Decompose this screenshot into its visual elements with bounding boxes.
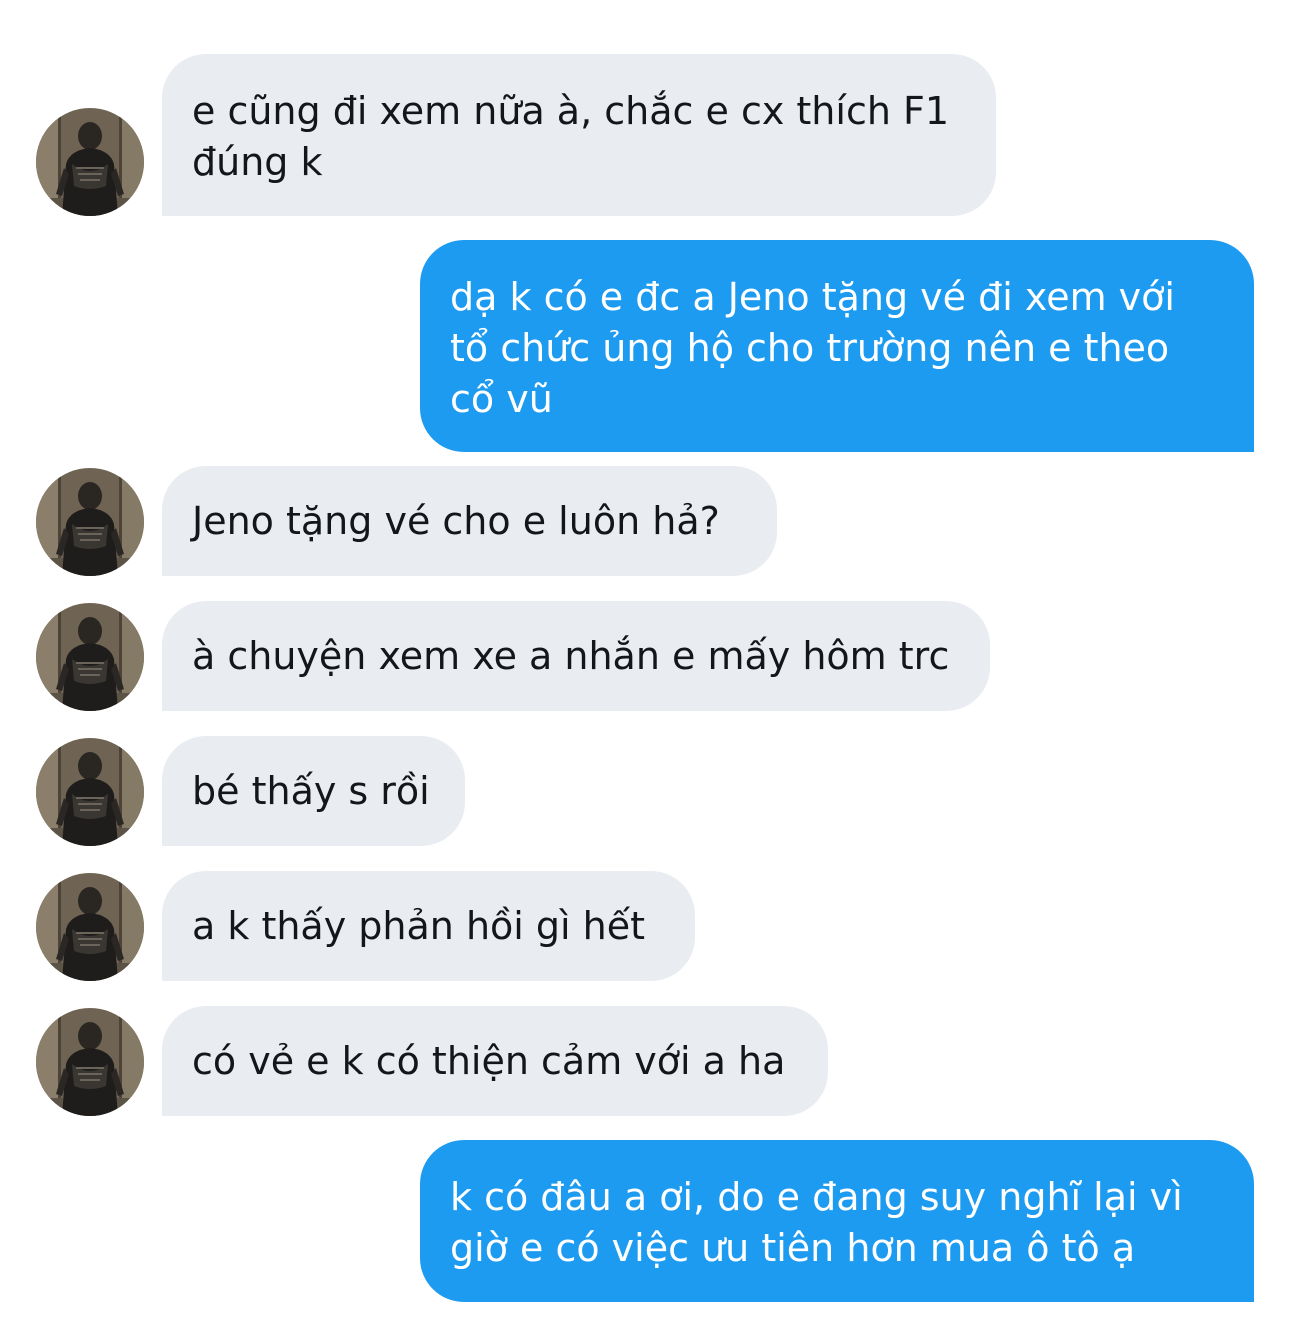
contact-avatar-icon[interactable] xyxy=(36,873,144,981)
message-bubble-incoming[interactable]: e cũng đi xem nữa à, chắc e cx thích F1 … xyxy=(162,54,996,216)
message-bubble-outgoing[interactable]: k có đâu a ơi, do e đang suy nghĩ lại vì… xyxy=(420,1140,1254,1302)
message-bubble-outgoing[interactable]: dạ k có e đc a Jeno tặng vé đi xem với t… xyxy=(420,240,1254,452)
message-bubble-incoming[interactable]: có vẻ e k có thiện cảm với a ha xyxy=(162,1006,828,1116)
contact-avatar-icon[interactable] xyxy=(36,1008,144,1116)
contact-avatar-icon[interactable] xyxy=(36,468,144,576)
message-bubble-incoming[interactable]: a k thấy phản hồi gì hết xyxy=(162,871,695,981)
contact-avatar-icon[interactable] xyxy=(36,108,144,216)
message-bubble-incoming[interactable]: Jeno tặng vé cho e luôn hả? xyxy=(162,466,777,576)
message-bubble-incoming[interactable]: bé thấy s rồi xyxy=(162,736,465,846)
contact-avatar-icon[interactable] xyxy=(36,738,144,846)
message-bubble-incoming[interactable]: à chuyện xem xe a nhắn e mấy hôm trc xyxy=(162,601,990,711)
contact-avatar-icon[interactable] xyxy=(36,603,144,711)
